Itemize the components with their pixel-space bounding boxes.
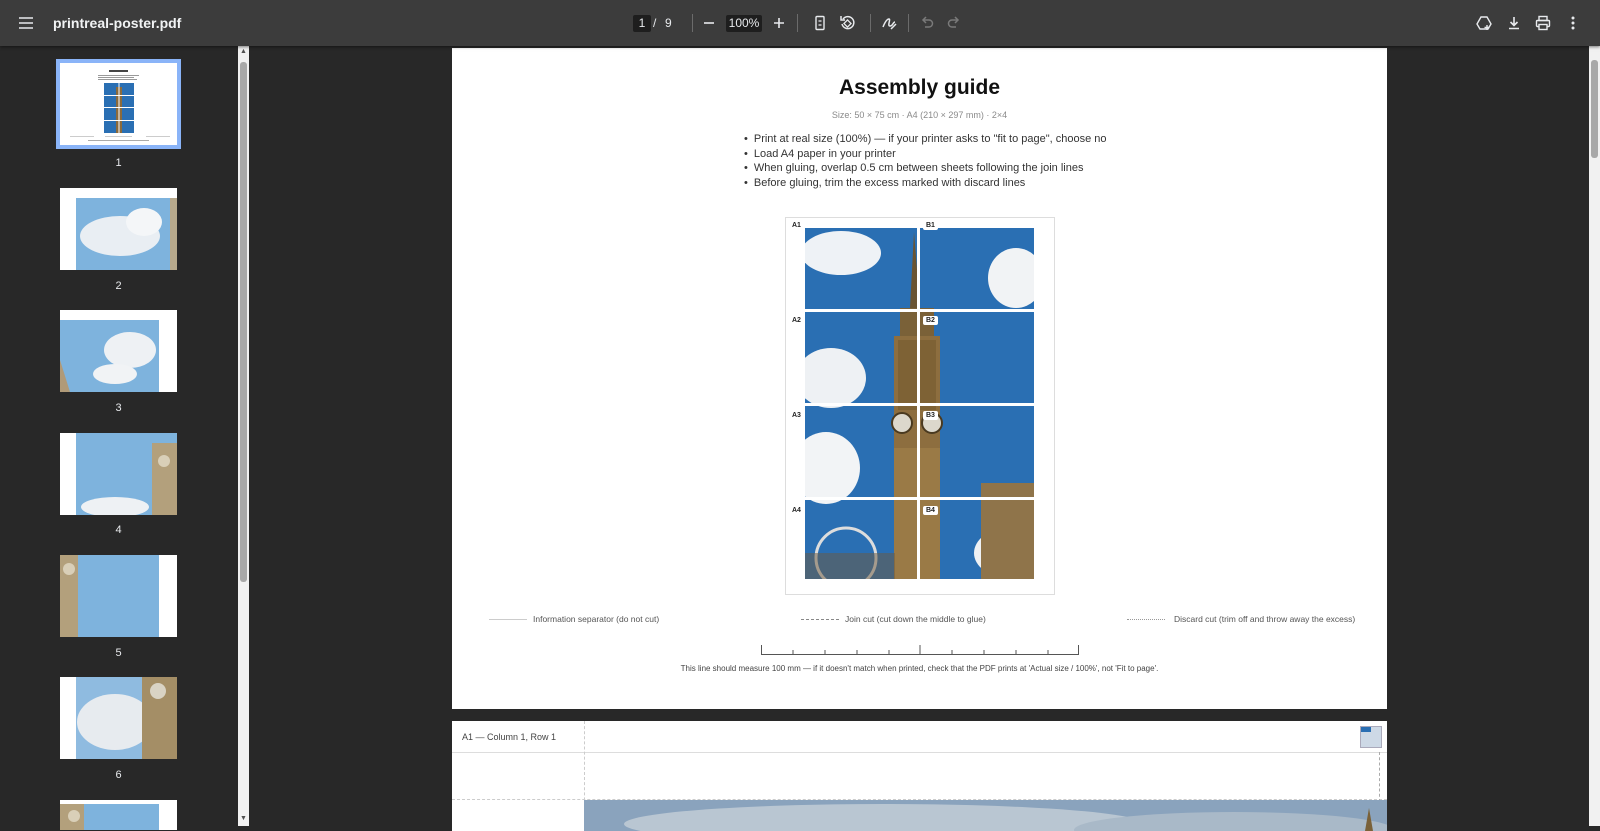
legend-text: Discard cut (trim off and throw away the… [1174,614,1356,624]
join-line-vertical [1379,752,1380,802]
print-icon[interactable] [1529,9,1557,37]
instruction-item: Before gluing, trim the excess marked wi… [744,176,1107,191]
dashed-line-icon [801,618,839,620]
redo-icon[interactable] [940,9,968,37]
more-options-icon[interactable] [1559,9,1587,37]
thumbnail-label: 1 [115,157,122,169]
thumbnail-page-2[interactable] [60,188,177,270]
legend-join-cut: Join cut (cut down the middle to glue) [801,614,986,624]
tile-label: A4 [789,506,804,515]
document-title: printreal-poster.pdf [53,15,182,31]
tile-label: B3 [923,411,938,420]
thumbnail-label: 3 [115,402,122,414]
pdf-page-1: Assembly guide Size: 50 × 75 cm · A4 (21… [452,48,1387,709]
zoom-level-input[interactable]: 100% [726,15,762,32]
instruction-item: Load A4 paper in your printer [744,147,1107,162]
thumbnail-label: 4 [115,524,122,536]
thumbnail-page-1[interactable] [56,59,181,149]
scroll-down-arrow-icon[interactable]: ▼ [238,813,249,825]
page-total: 9 [665,16,672,30]
zoom-in-button[interactable] [765,9,793,37]
toolbar-divider [908,14,909,32]
poster-preview-image [786,218,1054,594]
position-map-icon [1360,726,1382,748]
tile-label: A1 [789,221,804,230]
thumbnail-page-4[interactable] [60,433,177,515]
fit-page-icon[interactable] [806,9,834,37]
undo-icon[interactable] [913,9,941,37]
document-scrollbar[interactable] [1589,46,1600,826]
solid-line-icon [489,618,527,620]
toolbar-divider [870,14,871,32]
drive-add-icon[interactable] [1470,9,1498,37]
rotate-icon[interactable] [833,9,861,37]
calibration-ruler [761,645,1079,655]
page-title: Assembly guide [838,76,1001,99]
thumbnail-scrollbar-thumb[interactable] [240,62,247,582]
instructions-list: Print at real size (100%) — if your prin… [744,132,1107,190]
tile-image-a1 [584,800,1387,831]
document-scrollbar-thumb[interactable] [1591,60,1598,158]
legend-discard-cut: Discard cut (trim off and throw away the… [1127,614,1355,624]
tile-label: B1 [923,221,938,230]
zoom-out-button[interactable] [695,9,723,37]
toolbar-divider [797,14,798,32]
page-number-input[interactable]: 1 [633,15,651,32]
tile-label: B4 [923,506,938,515]
scroll-up-arrow-icon[interactable]: ▲ [238,46,249,58]
legend-text: Information separator (do not cut) [533,614,660,624]
thumbnail-page-6[interactable] [60,677,177,759]
thumbnail-page-3[interactable] [60,310,177,392]
dotted-line-icon [1127,618,1165,620]
tile-label: B2 [923,316,938,325]
thumbnail-label: 2 [115,280,122,292]
page-subtitle: Size: 50 × 75 cm · A4 (210 × 297 mm) · 2… [831,110,1008,120]
legend-text: Join cut (cut down the middle to glue) [845,614,986,624]
thumbnail-page-5[interactable] [60,555,177,637]
thumbnail-sidebar: 1 2 3 4 5 6 [0,46,236,830]
info-separator-line [452,752,1387,753]
page-header: A1 — Column 1, Row 1 [462,732,557,742]
thumbnail-label: 6 [115,769,122,781]
legend-info-separator: Information separator (do not cut) [489,614,659,624]
tile-label: A2 [789,316,804,325]
calibration-note: This line should measure 100 mm — if it … [680,664,1159,673]
tile-layout-grid: A1 B1 A2 B2 A3 B3 A4 B4 [785,217,1055,595]
instruction-item: Print at real size (100%) — if your prin… [744,132,1107,147]
download-icon[interactable] [1500,9,1528,37]
page-separator: / [653,16,657,30]
pdf-toolbar: printreal-poster.pdf 1 / 9 100% [0,0,1600,46]
toolbar-divider [692,14,693,32]
menu-icon[interactable] [12,9,40,37]
thumbnail-label: 5 [115,647,122,659]
instruction-item: When gluing, overlap 0.5 cm between shee… [744,161,1107,176]
annotate-pen-icon[interactable] [875,9,903,37]
pdf-page-2: A1 — Column 1, Row 1 [452,721,1387,831]
tile-label: A3 [789,411,804,420]
